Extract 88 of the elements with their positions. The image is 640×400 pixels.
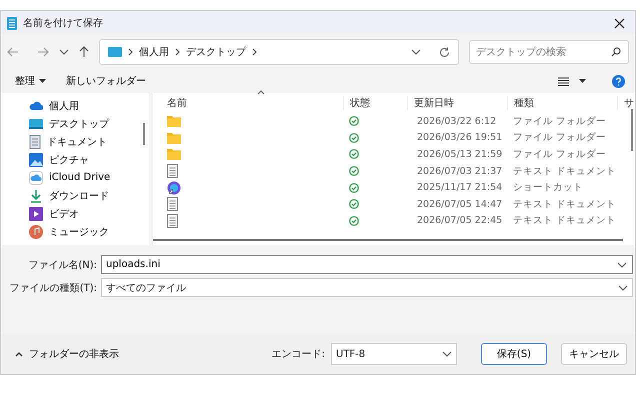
table-cell-text: テキスト ドキュメント — [512, 198, 617, 211]
new-folder-button[interactable]: 新しいフォルダー — [62, 72, 150, 90]
table-cell-text: ファイル フォルダー — [512, 114, 608, 128]
document-icon — [167, 164, 178, 178]
document-icon — [167, 197, 178, 212]
window-title: 名前を付けて保存 — [23, 17, 104, 30]
sort-icon — [257, 90, 265, 95]
encoding-dropdown[interactable]: UTF-8 — [331, 343, 457, 365]
sidebar-item[interactable]: ピクチャ — [29, 151, 149, 168]
document-icon — [29, 134, 41, 148]
save-button[interactable]: 保存(S) — [481, 343, 547, 365]
sidebar-item[interactable]: ビデオ — [29, 205, 149, 222]
table-cell-text: ファイル フォルダー — [512, 131, 608, 144]
sidebar-item[interactable]: ドキュメント — [29, 133, 149, 150]
table-cell-text: 2025/11/17 21:54 — [416, 182, 504, 194]
sidebar-item[interactable]: iCloud Drive — [29, 169, 149, 186]
sidebar-item[interactable]: ミュージック — [29, 223, 149, 240]
column-header[interactable]: 状態 — [343, 96, 407, 110]
dropdown-icon[interactable] — [411, 49, 421, 55]
hide-folders-button[interactable]: フォルダーの非表示 — [9, 346, 125, 362]
table-cell-text: 2026/07/05 14:47 — [416, 198, 504, 210]
chevron-icon — [252, 48, 257, 56]
search-icon — [611, 47, 621, 57]
chevron-icon — [175, 48, 180, 56]
dropdown-icon[interactable] — [617, 262, 627, 268]
table-cell-text: テキスト ドキュメント — [512, 164, 617, 178]
scrollbar[interactable] — [143, 123, 145, 145]
file-type-dropdown[interactable]: すべてのファイル — [101, 278, 633, 297]
download-icon — [29, 188, 43, 202]
document-icon — [167, 214, 178, 228]
sidebar-item[interactable]: 個人用 — [29, 97, 149, 114]
check-icon — [349, 216, 359, 226]
shortcut-icon — [167, 180, 181, 195]
table-cell-text: 2026/03/22 6:12 — [416, 116, 498, 127]
chevron-icon — [128, 48, 133, 56]
table-cell-text: 2026/05/13 21:59 — [416, 148, 504, 160]
caret-icon — [579, 79, 586, 83]
close-icon[interactable] — [614, 18, 625, 28]
refresh-icon[interactable] — [439, 46, 450, 58]
column-header[interactable]: 名前 — [153, 96, 343, 110]
table-cell-text: 2026/07/03 21:37 — [416, 166, 504, 177]
forward-icon[interactable] — [37, 47, 49, 57]
help-icon[interactable] — [612, 74, 625, 88]
video-icon — [29, 206, 43, 220]
music-icon — [29, 224, 43, 238]
check-icon — [349, 149, 359, 160]
breadcrumb[interactable]: デスクトップ — [186, 45, 246, 59]
scrollbar[interactable] — [631, 109, 633, 151]
back-icon[interactable] — [7, 47, 19, 57]
folder-icon — [167, 115, 181, 128]
search-field[interactable]: デスクトップの検索 — [469, 40, 629, 64]
check-icon — [349, 166, 359, 176]
up-icon[interactable] — [79, 46, 89, 58]
dropdown-icon[interactable] — [442, 351, 452, 357]
picture-icon — [29, 152, 43, 166]
dropdown-icon[interactable] — [618, 284, 628, 290]
breadcrumb[interactable]: 個人用 — [139, 45, 169, 59]
desktop-icon — [29, 118, 43, 130]
table-cell-text: ショートカット — [512, 181, 584, 194]
encoding-label: エンコード: — [272, 348, 325, 361]
field-label: ファイル名(N): — [27, 258, 97, 272]
caret-icon — [39, 79, 46, 83]
list-view-icon — [558, 76, 569, 86]
cancel-button[interactable]: キャンセル — [561, 343, 627, 365]
folder-icon — [167, 148, 181, 160]
chevron-icon — [15, 352, 23, 356]
notepad-icon — [7, 16, 17, 30]
column-header[interactable]: 種類 — [507, 96, 617, 110]
table-cell-text: 2026/07/05 22:45 — [416, 215, 504, 226]
organize-menu[interactable]: 整理 — [11, 72, 50, 90]
folder-icon — [167, 132, 181, 144]
cloud-icon — [29, 170, 43, 184]
table-cell-text: テキスト ドキュメント — [512, 214, 617, 228]
desktop-icon — [108, 47, 122, 57]
cloud-icon — [29, 100, 43, 110]
check-icon — [349, 182, 359, 193]
table-cell-text: ファイル フォルダー — [512, 148, 608, 161]
check-icon — [349, 199, 359, 210]
table-cell-text: 2026/03/26 19:51 — [416, 132, 504, 144]
recent-locations-icon[interactable] — [59, 49, 69, 55]
column-header[interactable]: 更新日時 — [407, 96, 507, 110]
field-label: ファイルの種類(T): — [8, 282, 97, 294]
sidebar-item[interactable]: ダウンロード — [29, 187, 149, 204]
scrollbar[interactable] — [153, 239, 623, 241]
address-bar[interactable]: 個人用 デスクトップ — [99, 39, 459, 65]
check-icon — [349, 132, 359, 143]
check-icon — [349, 116, 359, 126]
file-name-field[interactable]: uploads.ini — [101, 255, 633, 274]
